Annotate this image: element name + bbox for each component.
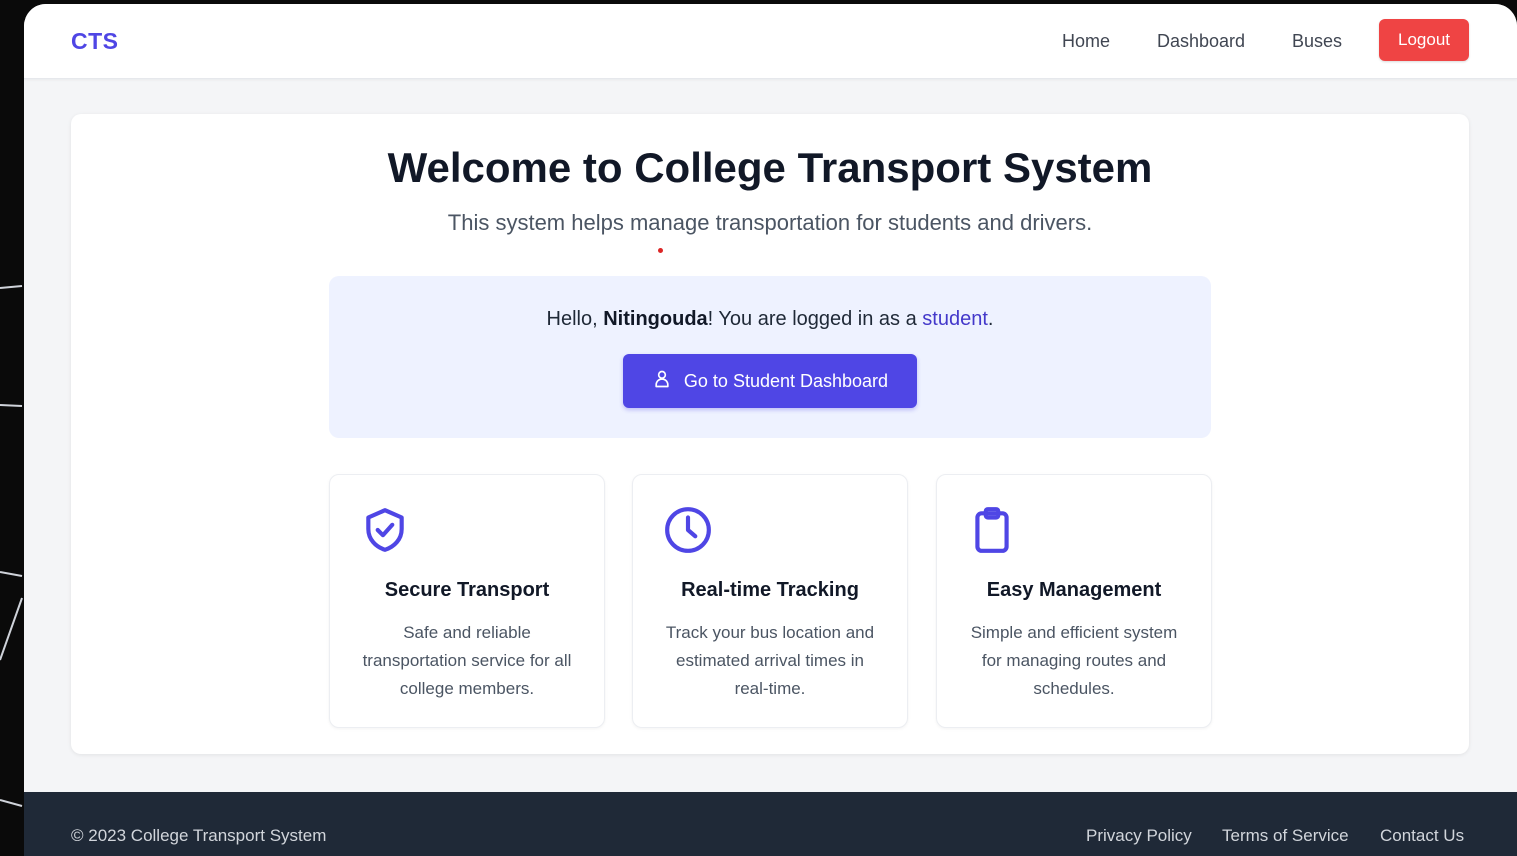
welcome-card: Welcome to College Transport System This… [71, 114, 1469, 754]
cursor-dot [658, 248, 663, 253]
feature-title: Easy Management [986, 579, 1162, 601]
greeting-middle: ! You are logged in as a [707, 308, 923, 330]
page-footer: © 2023 College Transport System Privacy … [24, 792, 1517, 856]
shield-check-icon [360, 505, 410, 555]
student-dashboard-button[interactable]: Go to Student Dashboard [623, 354, 917, 408]
nav-link-dashboard[interactable]: Dashboard [1157, 31, 1245, 52]
clipboard-icon [967, 505, 1017, 555]
page-subtitle: This system helps manage transportation … [447, 210, 1093, 235]
nav-link-home[interactable]: Home [1062, 31, 1110, 52]
feature-description: Track your bus location and estimated ar… [665, 623, 875, 698]
feature-card-easy-management: Easy Management Simple and efficient sys… [936, 474, 1212, 728]
page-title: Welcome to College Transport System [387, 144, 1153, 191]
brand-logo[interactable]: CTS [71, 28, 119, 55]
student-dashboard-button-label: Go to Student Dashboard [683, 370, 889, 391]
user-role: student [922, 308, 988, 330]
nav-link-buses[interactable]: Buses [1292, 31, 1342, 52]
feature-card-real-time-tracking: Real-time Tracking Track your bus locati… [632, 474, 908, 728]
feature-card-secure-transport: Secure Transport Safe and reliable trans… [329, 474, 605, 728]
greeting-panel: Hello, Nitingouda! You are logged in as … [329, 276, 1211, 438]
footer-link-terms-of-service[interactable]: Terms of Service [1222, 826, 1349, 846]
feature-description: Safe and reliable transportation service… [362, 623, 572, 698]
clock-icon [663, 505, 713, 555]
top-navbar: CTS Home Dashboard Buses Logout [24, 4, 1517, 79]
feature-description: Simple and efficient system for managing… [970, 623, 1178, 698]
footer-copyright: © 2023 College Transport System [71, 826, 327, 845]
footer-link-contact-us[interactable]: Contact Us [1380, 826, 1464, 846]
user-name: Nitingouda [603, 308, 708, 330]
browser-viewport: CTS Home Dashboard Buses Logout Welcome … [24, 4, 1517, 856]
greeting-prefix: Hello, [546, 308, 604, 330]
logout-button[interactable]: Logout [1379, 19, 1469, 61]
greeting-text: Hello, Nitingouda! You are logged in as … [329, 308, 1211, 331]
feature-title: Real-time Tracking [681, 579, 859, 601]
greeting-suffix: . [987, 308, 994, 330]
footer-link-privacy-policy[interactable]: Privacy Policy [1086, 826, 1192, 846]
user-icon [652, 369, 672, 394]
feature-title: Secure Transport [384, 579, 550, 601]
